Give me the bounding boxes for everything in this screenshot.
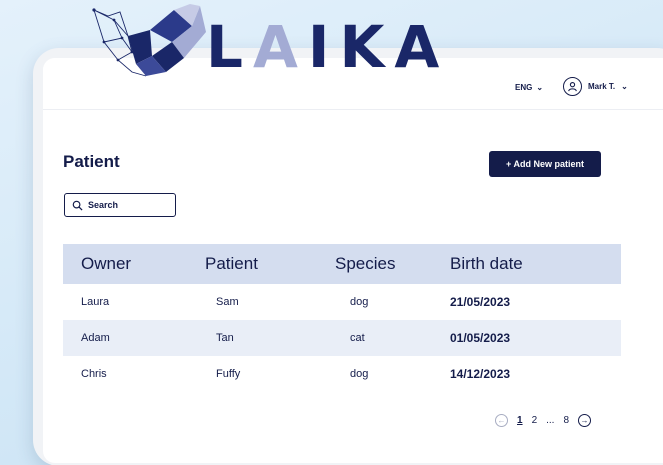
arrow-left-circle-icon[interactable]: ← [495,414,508,427]
logo-letter: A [252,13,304,81]
logo-wordmark: L A I K A [206,18,445,76]
logo-letter: L [206,13,249,81]
language-selector[interactable]: ENG ⌄ [515,83,543,92]
dog-head-geometric-icon [92,4,206,77]
cell-patient: Fuffy [216,368,241,380]
logo-letter: I [307,13,336,81]
user-name: Mark T. [588,82,616,91]
column-header-owner[interactable]: Owner [63,254,203,274]
cell-species: dog [350,296,369,308]
table-row[interactable]: Laura Sam dog 21/05/2023 [63,284,621,320]
page-link-2[interactable]: 2 [532,415,538,426]
cell-species: cat [350,332,365,344]
cell-owner: Adam [81,332,110,344]
laika-logo: L A I K A [88,2,439,80]
cell-patient: Sam [216,296,239,308]
page-link-8[interactable]: 8 [563,415,569,426]
user-circle-icon [563,77,582,96]
language-label: ENG [515,83,533,92]
cell-birth-date: 21/05/2023 [450,295,511,309]
page-link-1[interactable]: 1 [517,415,523,426]
patients-table: Owner Patient Species Birth date Laura S… [63,244,621,392]
logo-letter: A [394,13,446,81]
chevron-down-icon: ⌄ [536,83,544,92]
page-ellipsis: ... [546,415,555,426]
column-header-patient[interactable]: Patient [203,254,333,274]
arrow-right-circle-icon[interactable]: → [578,414,592,427]
cell-birth-date: 01/05/2023 [450,331,511,345]
table-row[interactable]: Chris Fuffy dog 14/12/2023 [63,356,621,392]
logo-letter: K [339,13,391,81]
search-icon [72,196,83,215]
search-input[interactable] [88,200,168,210]
add-new-patient-button[interactable]: + Add New patient [489,151,601,177]
cell-birth-date: 14/12/2023 [450,367,511,381]
cell-species: dog [350,368,369,380]
column-header-species[interactable]: Species [333,254,448,274]
app-screen: ENG ⌄ Mark T. ⌄ Patient + Add New patien… [43,58,663,463]
cell-patient: Tan [216,332,234,344]
column-header-birth-date[interactable]: Birth date [448,254,621,274]
pagination: ← 1 2 ... 8 → [495,414,592,427]
search-box[interactable] [64,193,176,217]
user-menu[interactable]: Mark T. ⌄ [563,77,628,96]
cell-owner: Laura [81,296,110,308]
chevron-down-icon: ⌄ [621,82,628,91]
cell-owner: Chris [81,368,107,380]
table-header: Owner Patient Species Birth date [63,244,621,284]
table-row[interactable]: Adam Tan cat 01/05/2023 [63,320,621,356]
page-title: Patient [63,152,120,171]
